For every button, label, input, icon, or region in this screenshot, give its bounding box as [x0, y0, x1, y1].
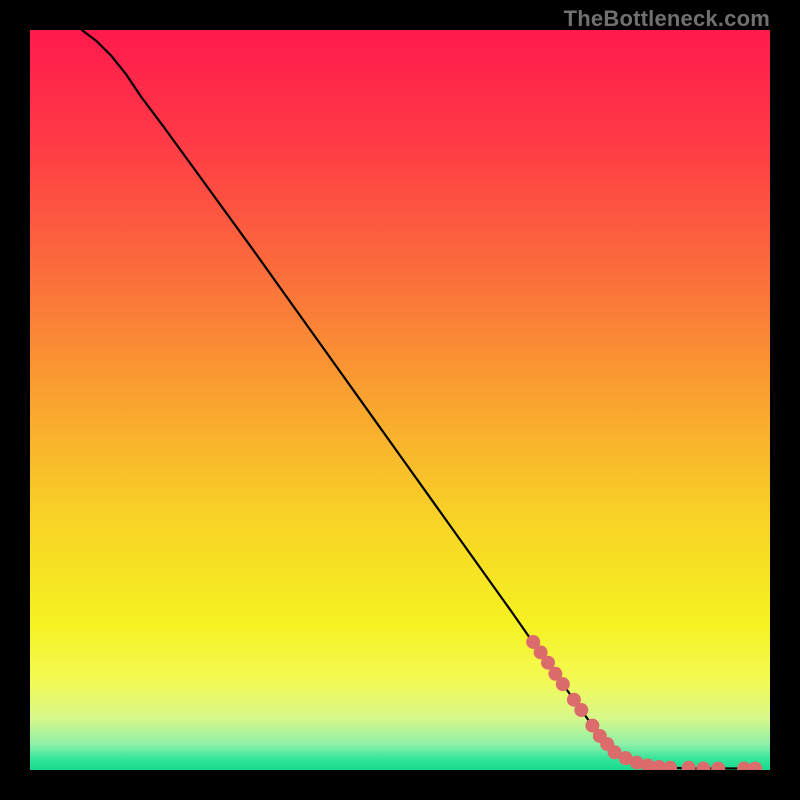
chart-background-gradient — [30, 30, 770, 770]
chart-stage: TheBottleneck.com — [0, 0, 800, 800]
plot-area — [30, 30, 770, 770]
watermark-text: TheBottleneck.com — [564, 6, 770, 32]
